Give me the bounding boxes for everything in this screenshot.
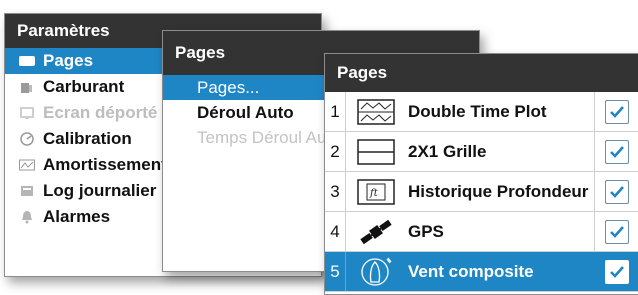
checkmark-icon <box>610 105 624 118</box>
page-number: 2 <box>325 132 346 171</box>
menu-item-label: Amortissement <box>43 155 167 174</box>
checkmark-icon <box>610 265 624 278</box>
page-label: 2X1 Grille <box>408 141 487 161</box>
page-number: 3 <box>325 172 346 211</box>
menu-item-label: Ecran déporté <box>43 103 158 122</box>
checkmark-icon <box>610 185 624 198</box>
page-label: Vent composite <box>408 261 534 281</box>
alarm-bell-icon <box>19 209 35 225</box>
pages-icon <box>19 53 35 69</box>
page-2-checkbox[interactable] <box>605 139 629 164</box>
menu-item-label: Calibration <box>43 129 132 148</box>
row-divider <box>594 92 595 131</box>
page-label: Historique Profondeur <box>408 181 589 201</box>
grid-2x1-icon <box>356 137 396 167</box>
log-icon <box>19 183 35 199</box>
double-time-plot-icon <box>356 97 396 127</box>
menu-item-label: Carburant <box>43 77 125 96</box>
page-number: 5 <box>325 252 346 291</box>
fuel-icon <box>19 79 35 95</box>
menu-item-label: Pages <box>43 51 94 70</box>
page-3-checkbox[interactable] <box>605 179 629 204</box>
menu-item-label: Alarmes <box>43 207 111 226</box>
page-row-5[interactable]: 5 Vent composite <box>325 252 638 292</box>
page-1-checkbox[interactable] <box>605 99 629 124</box>
svg-text:ft: ft <box>369 188 379 199</box>
pages-list-title: Pages <box>325 54 638 92</box>
satellite-icon <box>356 217 396 247</box>
checkmark-icon <box>610 145 624 158</box>
depth-history-icon: ft <box>356 177 396 207</box>
menu-item-label: Log journalier <box>43 181 157 200</box>
row-divider <box>594 132 595 171</box>
damping-icon <box>19 157 35 173</box>
page-label: Double Time Plot <box>408 101 547 121</box>
page-row-1[interactable]: 1 Double Time Plot <box>325 92 638 132</box>
page-row-3[interactable]: 3 ft Historique Profondeur <box>325 172 638 212</box>
page-number: 4 <box>325 212 346 251</box>
page-row-2[interactable]: 2 2X1 Grille <box>325 132 638 172</box>
page-4-checkbox[interactable] <box>605 219 629 244</box>
page-row-4[interactable]: 4 GPS <box>325 212 638 252</box>
remote-display-icon <box>19 105 35 121</box>
page-label: GPS <box>408 221 444 241</box>
pages-list: 1 Double Time Plot 2 2X1 Grille 3 ft His… <box>325 92 638 292</box>
row-divider <box>594 172 595 211</box>
checkmark-icon <box>610 225 624 238</box>
page-5-checkbox[interactable] <box>605 259 629 284</box>
pages-list-panel: Pages 1 Double Time Plot 2 2X1 Grille 3 … <box>324 53 638 295</box>
row-divider <box>594 212 595 251</box>
wind-boat-icon <box>356 257 396 287</box>
calibration-icon <box>19 131 35 147</box>
page-number: 1 <box>325 92 346 131</box>
